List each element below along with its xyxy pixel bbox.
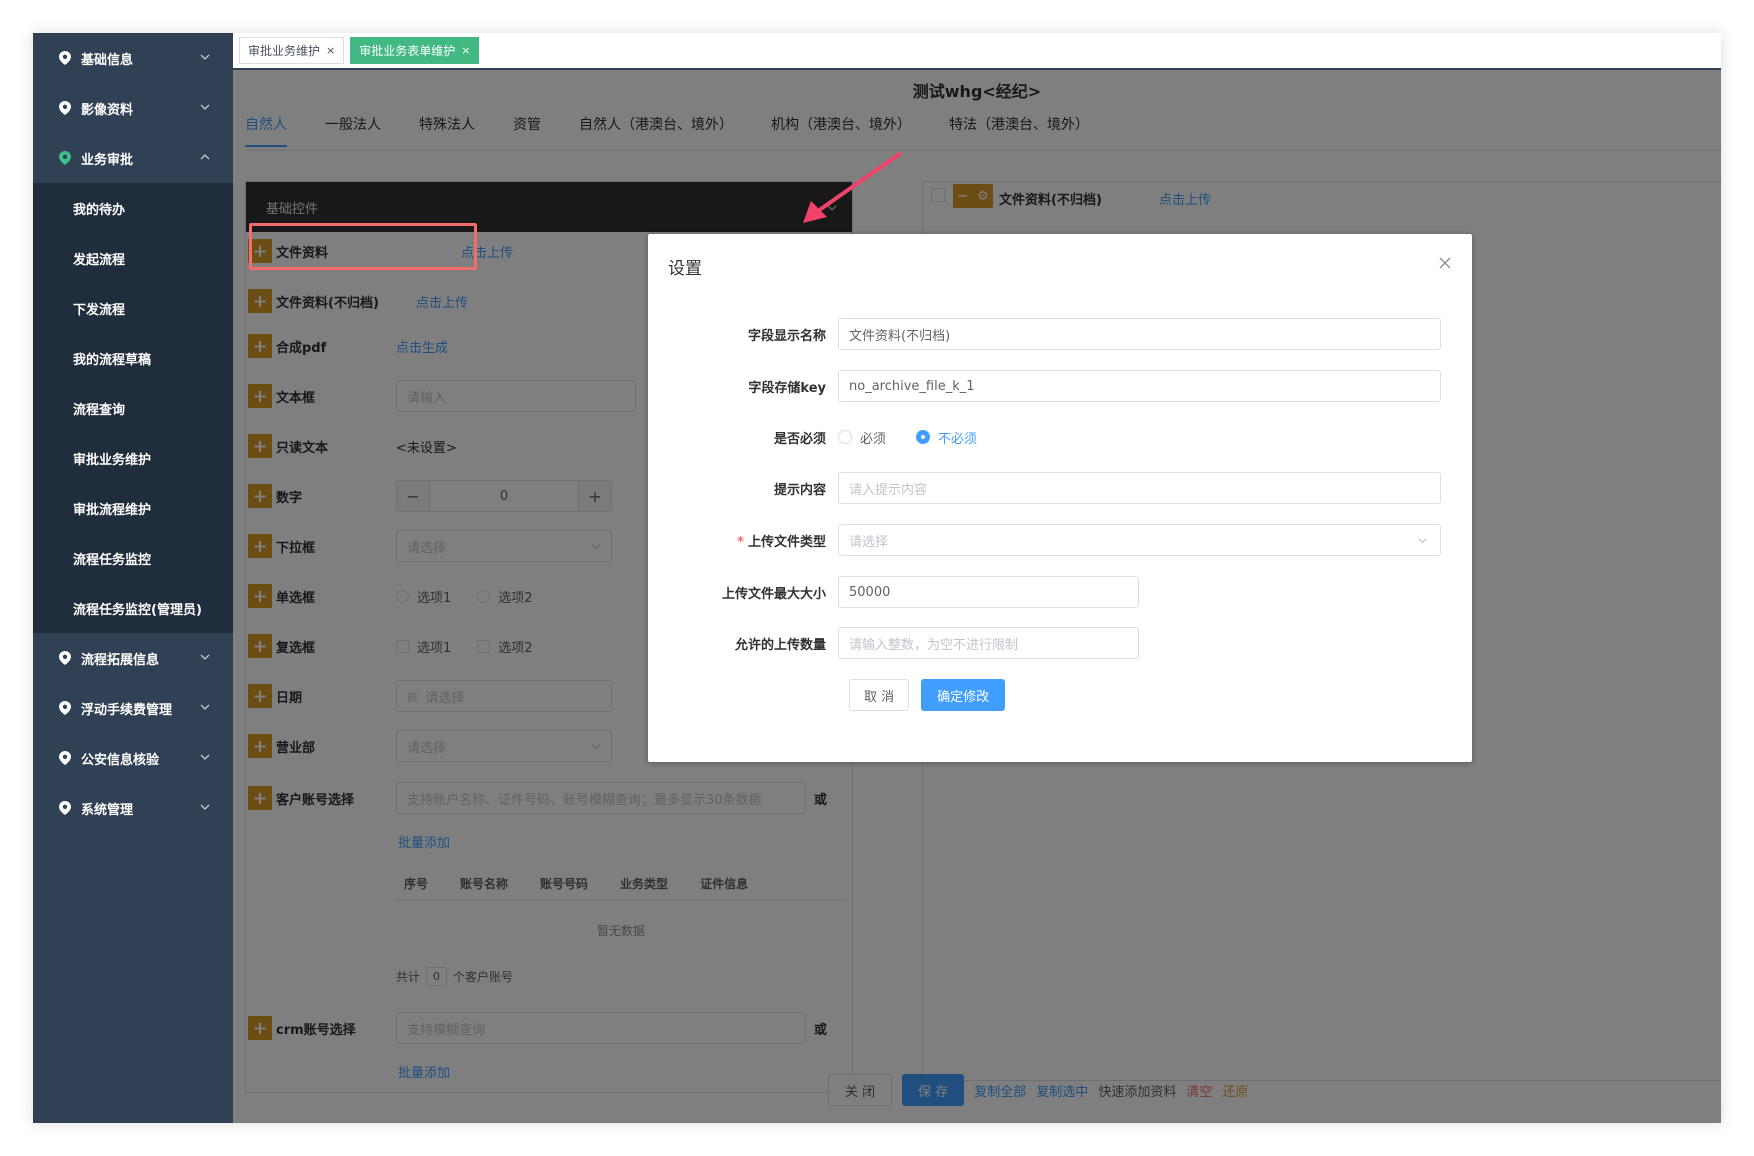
sidebar-subitem-approval-business[interactable]: 审批业务维护 [33,433,233,483]
location-pin-icon [59,701,71,715]
sidebar-subitem-label: 我的待办 [73,202,126,218]
form-row-hint: 提示内容 请入提示内容 [648,472,1441,504]
sidebar-subitem-label: 流程查询 [73,402,126,418]
close-icon[interactable] [1438,256,1452,270]
location-pin-icon [59,101,71,115]
sidebar-subitem-label: 下发流程 [73,302,126,318]
form-row-required: 是否必须 必须 不必须 [648,421,1007,453]
field-label: 允许的上传数量 [734,637,826,653]
radio-required[interactable]: 必须 [838,428,886,447]
sidebar-item-basic-info[interactable]: 基础信息 [33,33,233,83]
chevron-down-icon [200,804,210,810]
sidebar-item-police-verify[interactable]: 公安信息核验 [33,733,233,783]
sidebar-subitem-label: 流程任务监控 [73,552,152,568]
field-label: * 上传文件类型 [648,531,838,550]
sidebar-item-label: 公安信息核验 [81,752,160,768]
cancel-button[interactable]: 取 消 [849,679,910,711]
required-mark: * [737,534,744,550]
field-label-text: 上传文件类型 [747,534,826,550]
chevron-up-icon [200,154,210,160]
display-name-input[interactable]: 文件资料(不归档) [838,318,1441,350]
form-row-file-type: * 上传文件类型 请选择 [648,524,1441,556]
field-label: 提示内容 [773,482,826,498]
radio-not-required[interactable]: 不必须 [916,428,977,447]
chevron-down-icon [200,54,210,60]
dialog-title: 设置 [668,259,702,279]
sidebar-subitem-task-monitor-admin[interactable]: 流程任务监控(管理员) [33,583,233,633]
chevron-down-icon [200,754,210,760]
sidebar-subitem-label: 审批流程维护 [73,502,152,518]
radio-label: 必须 [860,431,887,447]
tab-label: 审批业务维护 [248,44,321,58]
sidebar-item-label: 业务审批 [81,152,134,168]
sidebar-subitem-my-drafts[interactable]: 我的流程草稿 [33,333,233,383]
settings-dialog: 设置 字段显示名称 文件资料(不归档) 字段存储key no_archive_f… [648,234,1472,762]
close-icon[interactable]: × [326,44,335,57]
hint-input[interactable]: 请入提示内容 [838,472,1441,504]
chevron-down-icon [1418,538,1427,544]
sidebar-item-label: 浮动手续费管理 [81,702,173,718]
sidebar-subitem-label: 我的流程草稿 [73,352,152,368]
tab-approval-business[interactable]: 审批业务维护 × [239,37,345,64]
sidebar-item-image-data[interactable]: 影像资料 [33,83,233,133]
field-label: 字段存储key [748,380,826,396]
sidebar-subitem-my-todo[interactable]: 我的待办 [33,183,233,233]
chevron-down-icon [200,104,210,110]
sidebar-item-label: 流程拓展信息 [81,652,160,668]
close-icon[interactable]: × [461,44,470,57]
sidebar-item-label: 基础信息 [81,52,134,68]
tab-bar: 审批业务维护 × 审批业务表单维护 × [233,33,1721,70]
tab-label: 审批业务表单维护 [359,44,456,58]
confirm-button[interactable]: 确定修改 [921,679,1006,711]
sidebar-item-process-extension[interactable]: 流程拓展信息 [33,633,233,683]
sidebar-submenu: 我的待办 发起流程 下发流程 我的流程草稿 流程查询 审批业务维护 审批流程维护… [33,183,233,633]
annotation-arrow [803,151,903,223]
select-placeholder: 请选择 [849,534,889,550]
location-pin-icon [59,751,71,765]
sidebar-subitem-issue-process[interactable]: 下发流程 [33,283,233,333]
sidebar-item-label: 系统管理 [81,802,134,818]
sidebar-subitem-label: 审批业务维护 [73,452,152,468]
sidebar: 基础信息 影像资料 业务审批 我的待办 发起流程 下发流程 我的流程草稿 流程查… [33,33,233,1123]
sidebar-item-label: 影像资料 [81,102,134,118]
highlight-box [249,223,477,270]
file-type-select[interactable]: 请选择 [838,524,1441,556]
sidebar-subitem-start-process[interactable]: 发起流程 [33,233,233,283]
form-row-storage-key: 字段存储key no_archive_file_k_1 [648,370,1441,402]
chevron-down-icon [200,654,210,660]
sidebar-subitem-label: 发起流程 [73,252,126,268]
max-size-input[interactable]: 50000 [838,576,1139,608]
form-row-max-count: 允许的上传数量 请输入整数，为空不进行限制 [648,627,1139,659]
field-label: 上传文件最大大小 [721,586,826,602]
tab-approval-form[interactable]: 审批业务表单维护 × [350,37,480,64]
field-label: 字段显示名称 [747,328,826,344]
sidebar-subitem-process-query[interactable]: 流程查询 [33,383,233,433]
form-row-display-name: 字段显示名称 文件资料(不归档) [648,318,1441,350]
storage-key-input[interactable]: no_archive_file_k_1 [838,370,1441,402]
location-pin-icon [59,651,71,665]
max-count-input[interactable]: 请输入整数，为空不进行限制 [838,627,1139,659]
location-pin-icon [59,801,71,815]
field-label: 是否必须 [773,431,826,447]
sidebar-subitem-task-monitor[interactable]: 流程任务监控 [33,533,233,583]
sidebar-subitem-label: 流程任务监控(管理员) [73,602,202,618]
radio-label: 不必须 [938,431,978,447]
sidebar-item-floating-fee[interactable]: 浮动手续费管理 [33,683,233,733]
chevron-down-icon [200,704,210,710]
sidebar-item-business-approval[interactable]: 业务审批 [33,133,233,183]
sidebar-item-system-management[interactable]: 系统管理 [33,783,233,833]
sidebar-subitem-approval-process[interactable]: 审批流程维护 [33,483,233,533]
dialog-actions: 取 消 确定修改 [849,679,1006,711]
form-row-max-size: 上传文件最大大小 50000 [648,576,1139,608]
location-pin-icon [59,151,71,165]
location-pin-icon [59,51,71,65]
